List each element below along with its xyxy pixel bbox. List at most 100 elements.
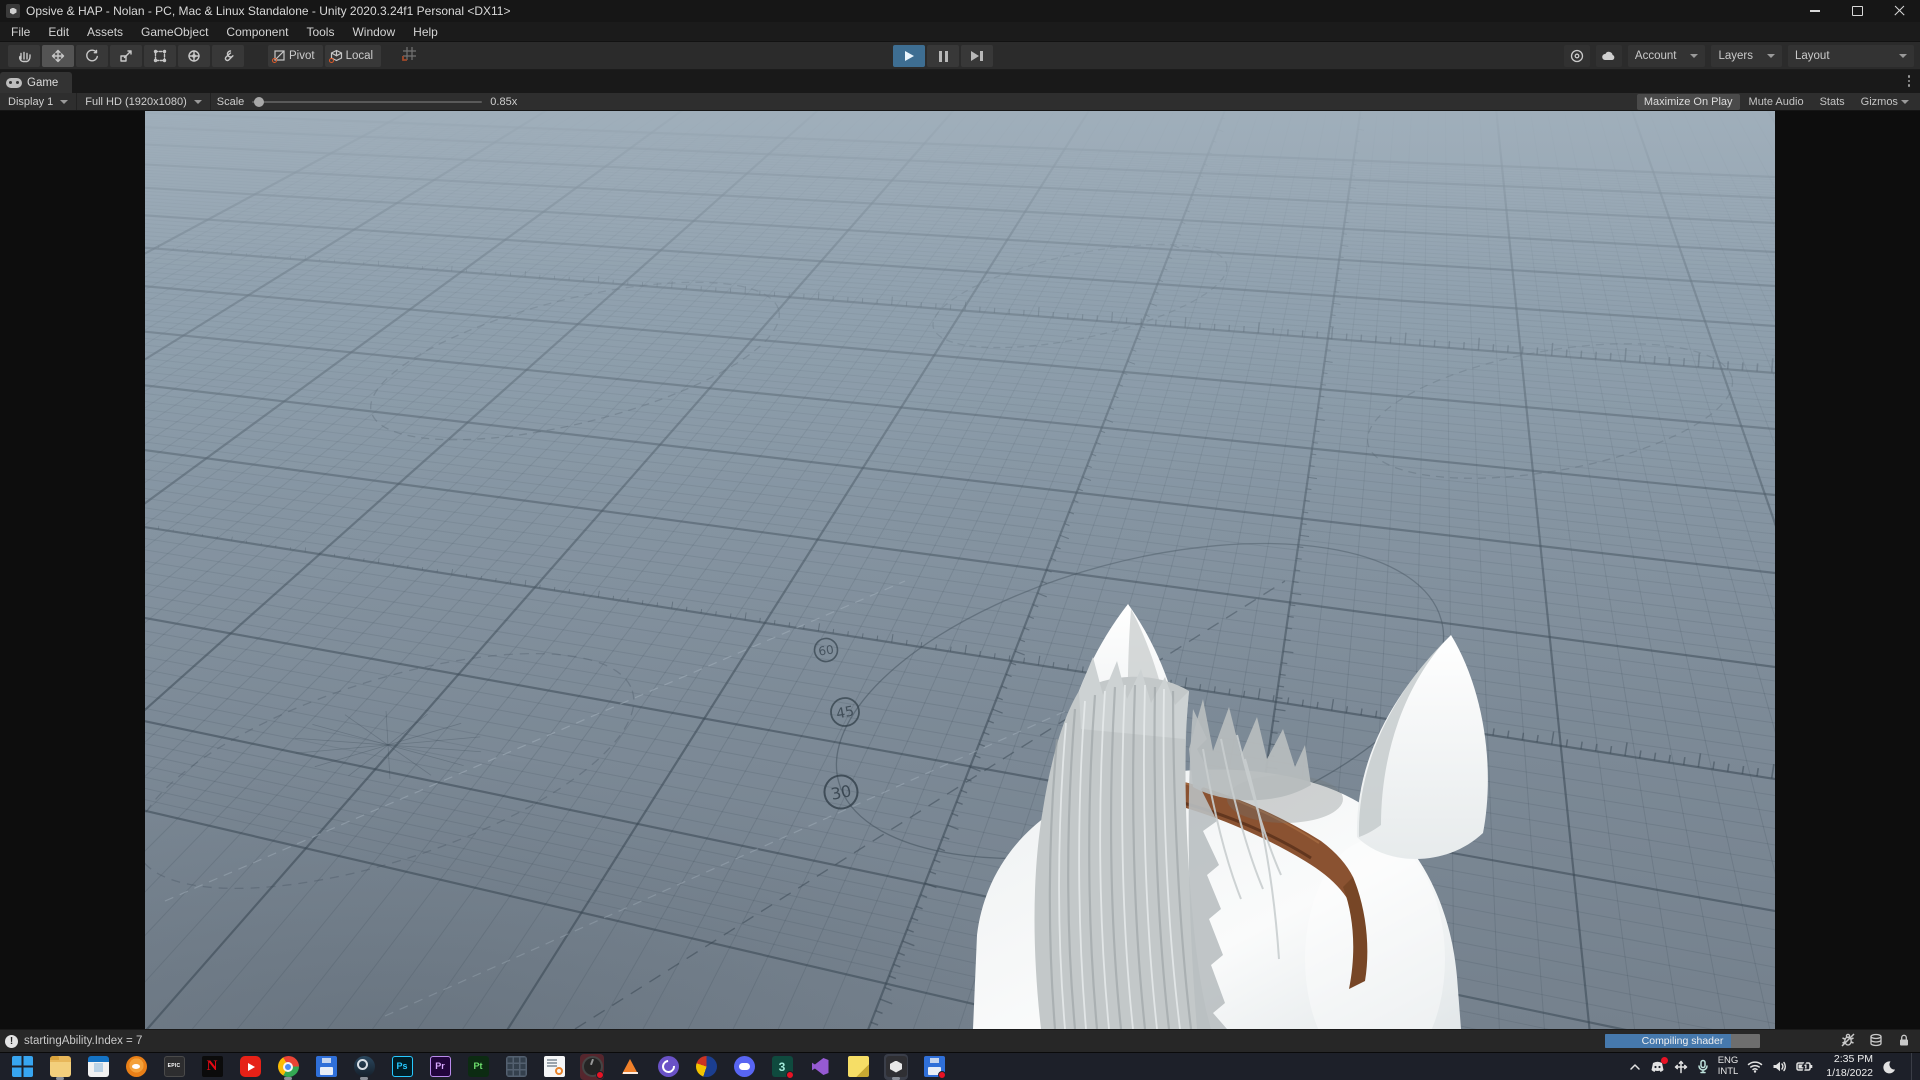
move-tool-icon[interactable] — [42, 45, 74, 67]
play-button[interactable] — [893, 45, 925, 67]
sticky-notes[interactable] — [846, 1054, 870, 1080]
maximize-icon[interactable] — [1836, 0, 1878, 22]
file-search-app[interactable] — [542, 1054, 566, 1080]
display-dropdown[interactable]: Display 1 — [0, 93, 76, 110]
tab-game[interactable]: Game — [0, 72, 72, 93]
cloud-icon[interactable] — [1596, 45, 1622, 67]
menu-tools[interactable]: Tools — [297, 22, 343, 41]
game-toolbar-right: Maximize On Play Mute Audio Stats Gizmos — [1637, 93, 1916, 110]
mute-audio-toggle[interactable]: Mute Audio — [1742, 94, 1811, 110]
substance-painter[interactable]: Pt — [466, 1054, 490, 1080]
rect-tool-icon[interactable] — [144, 45, 176, 67]
epic-games[interactable]: EPIC — [162, 1054, 186, 1080]
scale-slider[interactable] — [252, 101, 482, 103]
gizmos-dropdown[interactable]: Gizmos — [1854, 94, 1916, 110]
discord-tray-icon[interactable] — [1650, 1060, 1665, 1073]
grid-snap-icon[interactable] — [401, 45, 418, 67]
unity-window: Opsive & HAP - Nolan - PC, Mac & Linux S… — [0, 0, 1920, 1080]
battery-charging-icon[interactable] — [1796, 1061, 1813, 1072]
cache-server-icon[interactable] — [1868, 1032, 1884, 1051]
menu-component[interactable]: Component — [217, 22, 297, 41]
taskbar-clock[interactable]: 2:35 PM 1/18/2022 — [1826, 1053, 1873, 1079]
security-app[interactable] — [694, 1054, 718, 1080]
language-line1: ENG — [1718, 1056, 1739, 1067]
resolution-dropdown[interactable]: Full HD (1920x1080) — [77, 93, 210, 110]
account-dropdown[interactable]: Account — [1628, 45, 1706, 67]
close-icon[interactable] — [1878, 0, 1920, 22]
vlc[interactable] — [618, 1054, 642, 1080]
3ds-max[interactable]: 3 — [770, 1054, 794, 1080]
menu-file[interactable]: File — [2, 22, 39, 41]
layers-dropdown[interactable]: Layers — [1711, 45, 1782, 67]
unity-editor[interactable] — [884, 1054, 908, 1080]
youtube[interactable] — [238, 1054, 262, 1080]
tab-strip-menu-icon[interactable] — [1908, 75, 1911, 87]
toolbar-right: Account Layers Layout — [1564, 45, 1914, 67]
local-icon — [330, 49, 343, 62]
debugger-detached-icon[interactable] — [1840, 1032, 1856, 1051]
tray-overflow-chevron-icon[interactable] — [1629, 1062, 1641, 1072]
play-controls — [893, 45, 993, 67]
layout-dropdown[interactable]: Layout — [1788, 45, 1914, 67]
hand-tool-icon[interactable] — [8, 45, 40, 67]
premiere-pro[interactable]: Pr — [428, 1054, 452, 1080]
manipulator-tray-icon[interactable] — [1674, 1060, 1688, 1074]
game-view-toolbar: Display 1 Full HD (1920x1080) Scale 0.85… — [0, 93, 1920, 111]
horse-head — [945, 599, 1505, 1029]
volume-icon[interactable] — [1772, 1060, 1787, 1073]
rotate-tool-icon[interactable] — [76, 45, 108, 67]
menu-edit[interactable]: Edit — [39, 22, 78, 41]
discord[interactable] — [732, 1054, 756, 1080]
menu-window[interactable]: Window — [343, 22, 404, 41]
main-toolbar: Pivot Local — [0, 42, 1920, 70]
file-explorer[interactable] — [48, 1054, 72, 1080]
minimize-icon[interactable] — [1794, 0, 1836, 22]
menu-assets[interactable]: Assets — [78, 22, 132, 41]
menu-help[interactable]: Help — [404, 22, 447, 41]
pivot-toggle[interactable]: Pivot — [268, 45, 323, 67]
recorder-app[interactable] — [580, 1054, 604, 1080]
scale-tool-icon[interactable] — [110, 45, 142, 67]
scale-label: Scale — [217, 96, 245, 108]
torrent-app[interactable] — [656, 1054, 680, 1080]
progress-label: Compiling shader — [1605, 1034, 1760, 1048]
pause-button[interactable] — [927, 45, 959, 67]
microsoft-store[interactable] — [86, 1054, 110, 1080]
status-bar: startingAbility.Index = 7 Compiling shad… — [0, 1029, 1920, 1052]
microphone-icon[interactable] — [1697, 1059, 1709, 1074]
blue-disk-app[interactable] — [314, 1054, 338, 1080]
chevron-down-icon — [1901, 100, 1909, 104]
account-label: Account — [1635, 50, 1677, 62]
chrome[interactable] — [276, 1054, 300, 1080]
start-button[interactable] — [10, 1054, 34, 1080]
visual-studio[interactable] — [808, 1054, 832, 1080]
step-button[interactable] — [961, 45, 993, 67]
maximize-on-play-toggle[interactable]: Maximize On Play — [1637, 94, 1740, 110]
custom-tool-icon[interactable] — [212, 45, 244, 67]
windows-taskbar: EPIC N — [0, 1052, 1920, 1080]
display-label: Display 1 — [8, 96, 53, 108]
clock-date: 1/18/2022 — [1826, 1067, 1873, 1080]
show-desktop-strip[interactable] — [1911, 1053, 1916, 1080]
menu-gameobject[interactable]: GameObject — [132, 22, 217, 41]
scale-value: 0.85x — [490, 96, 517, 108]
game-render-area[interactable]: 60 45 30 14 — [145, 111, 1775, 1029]
version-control-icon[interactable] — [1564, 45, 1590, 67]
chevron-down-icon — [1767, 54, 1775, 58]
focus-assist-moon-icon[interactable] — [1882, 1060, 1896, 1074]
scale-slider-knob[interactable] — [254, 97, 264, 107]
console-message[interactable]: startingAbility.Index = 7 — [24, 1035, 142, 1047]
calculator[interactable] — [504, 1054, 528, 1080]
lock-icon[interactable] — [1896, 1032, 1912, 1051]
wifi-icon[interactable] — [1747, 1060, 1763, 1073]
transform-tool-icon[interactable] — [178, 45, 210, 67]
local-toggle[interactable]: Local — [325, 45, 382, 67]
photoshop[interactable]: Ps — [390, 1054, 414, 1080]
netflix[interactable]: N — [200, 1054, 224, 1080]
stats-toggle[interactable]: Stats — [1813, 94, 1852, 110]
backup-app[interactable] — [922, 1054, 946, 1080]
language-indicator[interactable]: ENG INTL — [1718, 1056, 1739, 1078]
steam[interactable] — [352, 1054, 376, 1080]
title-bar: Opsive & HAP - Nolan - PC, Mac & Linux S… — [0, 0, 1920, 22]
blender[interactable] — [124, 1054, 148, 1080]
